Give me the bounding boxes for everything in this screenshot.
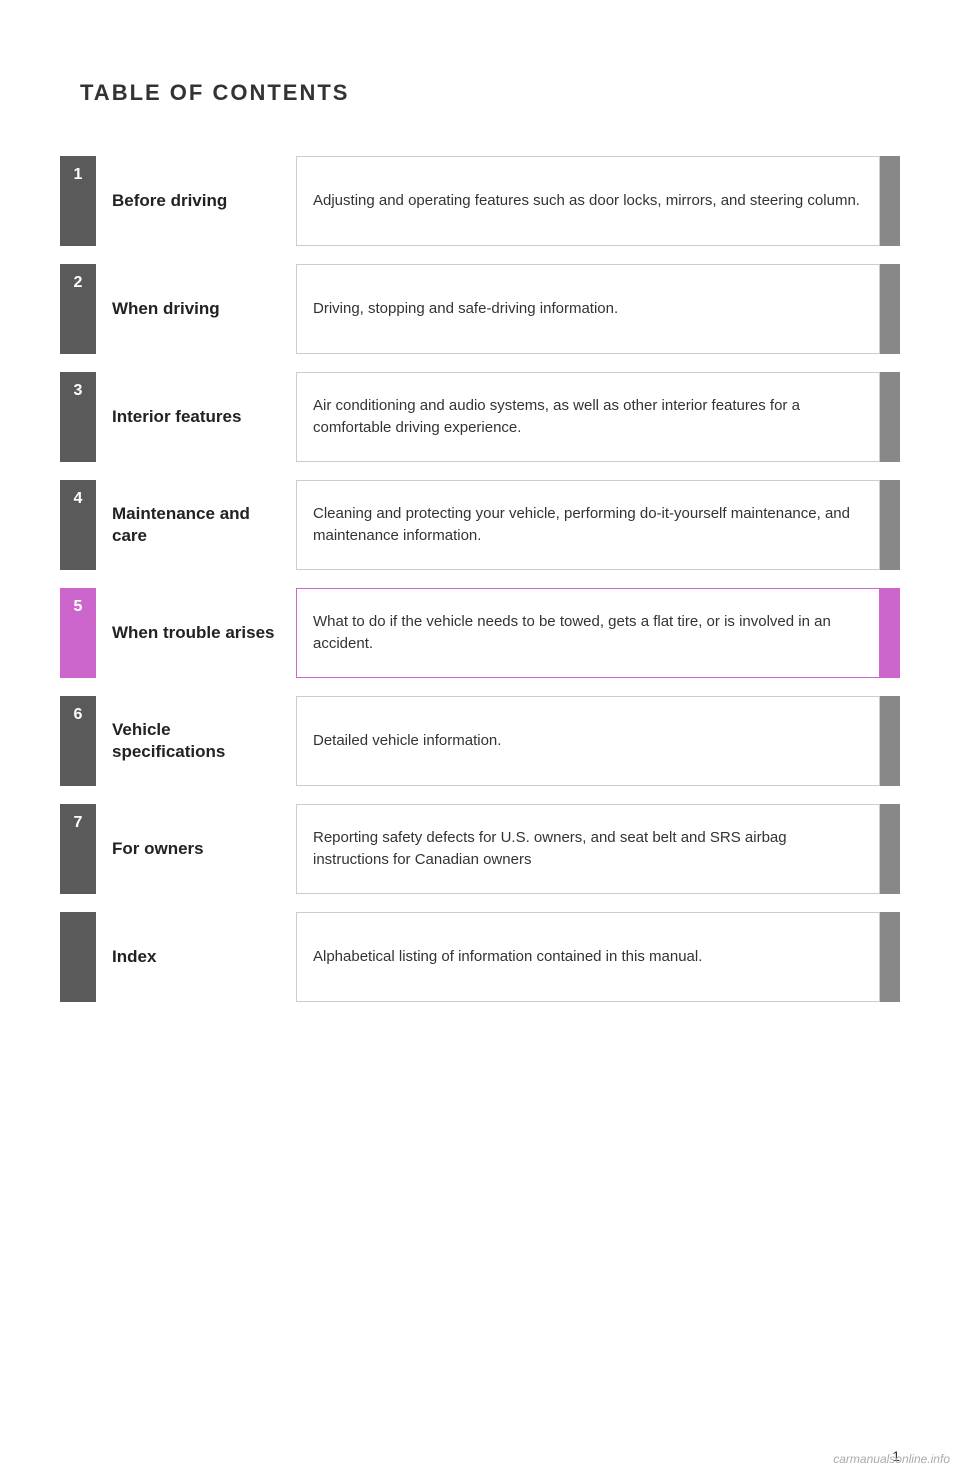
toc-entry-when-trouble-arises[interactable]: 5 When trouble arises What to do if the ve… [60,588,900,678]
toc-entry-maintenance-care[interactable]: 4 Maintenance and care Cleaning and protec… [60,480,900,570]
page-title: TABLE OF CONTENTS [80,80,900,106]
entry-title: Maintenance and care [112,503,280,547]
entry-title-block: Interior features [96,372,296,462]
entry-title-block: When driving [96,264,296,354]
entry-desc: Driving, stopping and safe-driving infor… [313,298,618,321]
entry-title: Interior features [112,406,241,428]
entry-number-block: 2 [60,264,96,354]
entry-title-block: Vehicle specifications [96,696,296,786]
entry-number: 4 [74,490,83,508]
entry-right-bar [880,804,900,894]
entry-number-block: 1 [60,156,96,246]
entry-title-block: For owners [96,804,296,894]
entry-title: Index [112,946,156,968]
entry-desc-wrapper: Air conditioning and audio systems, as w… [296,372,880,462]
watermark: carmanualsonline.info [740,1444,960,1474]
entry-desc: What to do if the vehicle needs to be to… [313,611,863,656]
entry-desc-wrapper: Reporting safety defects for U.S. owners… [296,804,880,894]
entry-number-block: 3 [60,372,96,462]
entry-number: 1 [74,166,83,184]
toc-entry-vehicle-specifications[interactable]: 6 Vehicle specifications Detailed vehicle … [60,696,900,786]
entry-number: 3 [74,382,83,400]
entry-desc-wrapper: Adjusting and operating features such as… [296,156,880,246]
toc-entry-interior-features[interactable]: 3 Interior features Air conditioning and a… [60,372,900,462]
toc-entry-before-driving[interactable]: 1 Before driving Adjusting and operating f… [60,156,900,246]
entry-right-bar [880,912,900,1002]
entry-title: When driving [112,298,220,320]
entry-number: 2 [74,274,83,292]
watermark-text: carmanualsonline.info [833,1452,950,1466]
entry-title: Vehicle specifications [112,719,280,763]
entry-number-block: 7 [60,804,96,894]
entry-right-bar [880,696,900,786]
entry-number-block [60,912,96,1002]
entry-right-bar [880,156,900,246]
toc-entry-index[interactable]: Index Alphabetical listing of information… [60,912,900,1002]
entry-desc: Alphabetical listing of information cont… [313,946,702,969]
entry-right-bar [880,264,900,354]
entry-right-bar [880,372,900,462]
entry-number-block: 5 [60,588,96,678]
entry-number: 5 [74,598,83,616]
entry-desc-wrapper: Cleaning and protecting your vehicle, pe… [296,480,880,570]
entry-title-block: Maintenance and care [96,480,296,570]
entry-desc: Cleaning and protecting your vehicle, pe… [313,503,863,548]
entry-title: For owners [112,838,204,860]
toc-entries: 1 Before driving Adjusting and operating f… [60,156,900,1002]
entry-right-bar [880,588,900,678]
entry-desc-wrapper: Detailed vehicle information. [296,696,880,786]
entry-desc: Adjusting and operating features such as… [313,190,860,213]
entry-desc-wrapper: What to do if the vehicle needs to be to… [296,588,880,678]
entry-desc-wrapper: Alphabetical listing of information cont… [296,912,880,1002]
entry-desc: Reporting safety defects for U.S. owners… [313,827,863,872]
toc-entry-for-owners[interactable]: 7 For owners Reporting safety defects for … [60,804,900,894]
entry-title-block: Before driving [96,156,296,246]
entry-desc: Air conditioning and audio systems, as w… [313,395,863,440]
entry-desc-wrapper: Driving, stopping and safe-driving infor… [296,264,880,354]
toc-entry-when-driving[interactable]: 2 When driving Driving, stopping and safe-… [60,264,900,354]
entry-number: 6 [74,706,83,724]
entry-right-bar [880,480,900,570]
entry-title-block: When trouble arises [96,588,296,678]
entry-number: 7 [74,814,83,832]
entry-title: When trouble arises [112,622,274,644]
entry-title-block: Index [96,912,296,1002]
entry-title: Before driving [112,190,227,212]
entry-number-block: 6 [60,696,96,786]
entry-desc: Detailed vehicle information. [313,730,501,753]
entry-number-block: 4 [60,480,96,570]
